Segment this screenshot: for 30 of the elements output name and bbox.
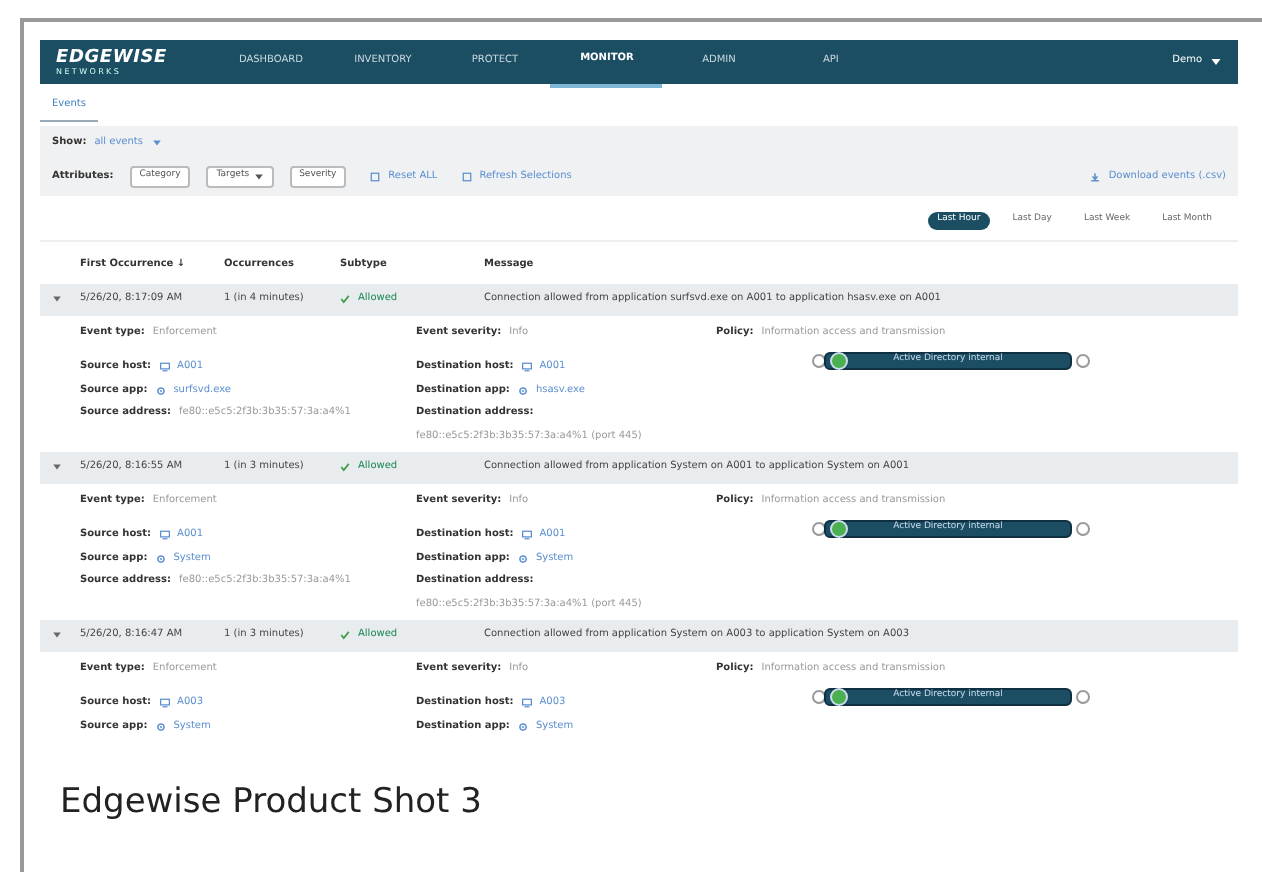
app-icon (155, 721, 166, 732)
monitor-icon (159, 698, 170, 709)
app-icon (517, 553, 528, 564)
node-icon (1076, 354, 1090, 368)
monitor-icon (521, 362, 532, 373)
app-icon (155, 385, 166, 396)
node-icon (812, 522, 826, 536)
monitor-icon (159, 530, 170, 541)
expand-icon[interactable] (52, 462, 62, 473)
node-icon (1076, 522, 1090, 536)
expand-icon[interactable] (52, 630, 62, 641)
monitor-icon (521, 530, 532, 541)
monitor-icon (521, 698, 532, 709)
download-icon[interactable] (1090, 171, 1101, 182)
node-icon (812, 690, 826, 704)
caption: Edgewise Product Shot 3 (58, 780, 484, 826)
caret-icon[interactable] (1210, 56, 1222, 68)
check-icon (340, 462, 350, 473)
expand-icon[interactable] (52, 294, 62, 305)
monitor-icon (159, 362, 170, 373)
app-icon (155, 553, 166, 564)
node-icon (1076, 690, 1090, 704)
logo: EDGEWISE (56, 49, 167, 65)
app-icon (517, 721, 528, 732)
check-icon (340, 294, 350, 305)
app-icon (517, 385, 528, 396)
node-icon (812, 354, 826, 368)
check-icon (340, 630, 350, 641)
checkbox-icon[interactable] (370, 171, 381, 182)
checkbox-icon[interactable] (461, 171, 472, 182)
